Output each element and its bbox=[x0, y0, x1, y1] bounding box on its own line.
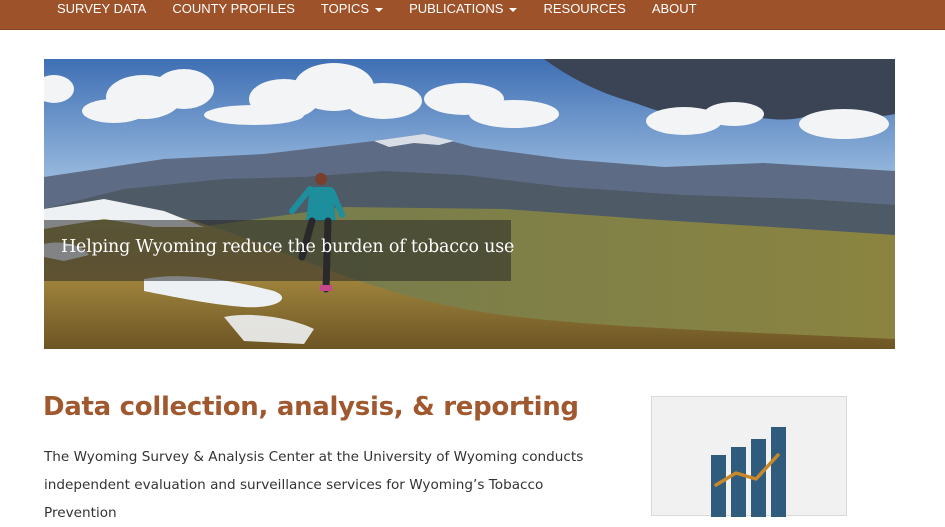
data-chart-card[interactable] bbox=[651, 396, 847, 517]
top-navbar: SURVEY DATA COUNTY PROFILES TOPICS PUBLI… bbox=[0, 0, 945, 30]
hero-caption-box: Helping Wyoming reduce the burden of tob… bbox=[44, 220, 515, 281]
nav-list: SURVEY DATA COUNTY PROFILES TOPICS PUBLI… bbox=[44, 0, 710, 30]
nav-resources[interactable]: RESOURCES bbox=[530, 0, 638, 30]
intro-paragraph: The Wyoming Survey & Analysis Center at … bbox=[44, 449, 584, 521]
hero-landscape-image bbox=[44, 59, 895, 349]
nav-survey-data-label: SURVEY DATA bbox=[57, 1, 147, 16]
caret-down-icon bbox=[509, 8, 518, 12]
hero-banner: Helping Wyoming reduce the burden of tob… bbox=[44, 59, 895, 349]
nav-publications-label: PUBLICATIONS bbox=[409, 1, 504, 16]
bar-chart-trend-icon bbox=[711, 427, 786, 517]
hero-caption-text: Helping Wyoming reduce the burden of tob… bbox=[61, 237, 515, 257]
nav-county-profiles[interactable]: COUNTY PROFILES bbox=[159, 0, 308, 30]
nav-about-label: ABOUT bbox=[651, 1, 697, 16]
nav-publications[interactable]: PUBLICATIONS bbox=[396, 0, 530, 30]
section-heading: Data collection, analysis, & reporting bbox=[43, 392, 579, 422]
nav-county-profiles-label: COUNTY PROFILES bbox=[172, 1, 295, 16]
nav-topics[interactable]: TOPICS bbox=[308, 0, 396, 30]
nav-resources-label: RESOURCES bbox=[543, 1, 626, 16]
nav-about[interactable]: ABOUT bbox=[639, 0, 710, 30]
caret-down-icon bbox=[375, 8, 384, 12]
nav-topics-label: TOPICS bbox=[320, 1, 370, 16]
nav-survey-data[interactable]: SURVEY DATA bbox=[44, 0, 159, 30]
